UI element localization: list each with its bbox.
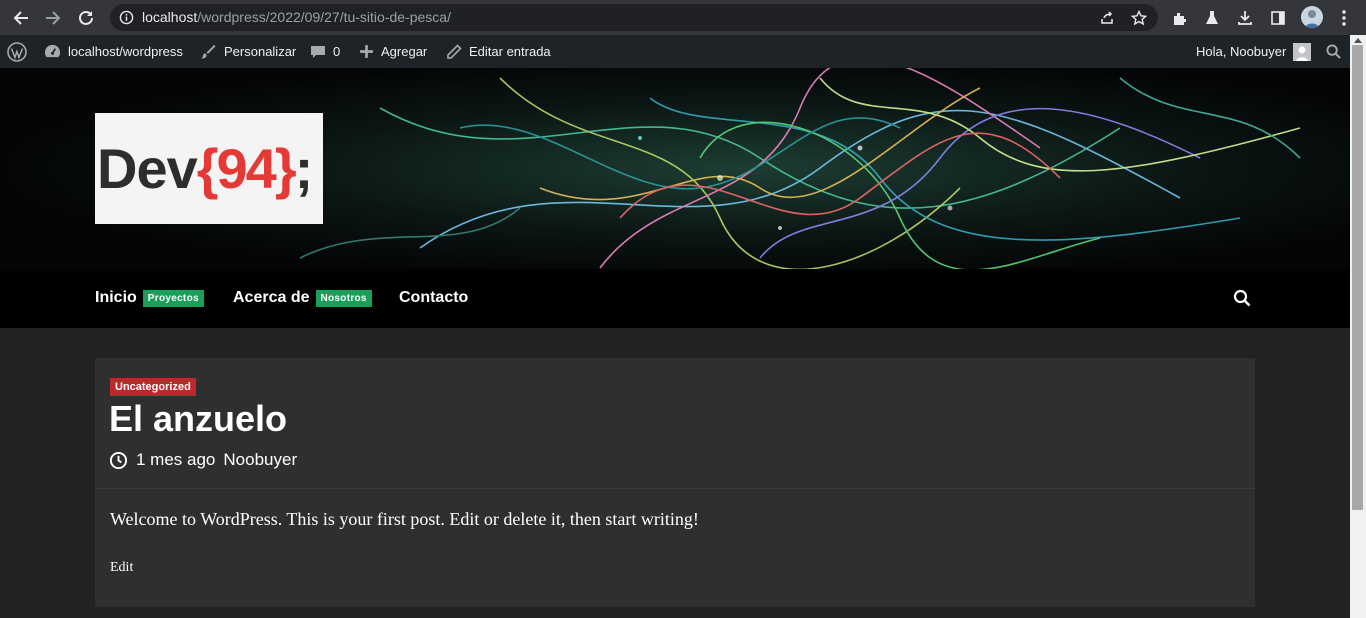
- info-icon[interactable]: [119, 10, 134, 25]
- menu-badge: Proyectos: [142, 289, 204, 307]
- profile-avatar[interactable]: [1301, 6, 1323, 28]
- menu-item-label: Acerca de: [233, 289, 310, 306]
- primary-menu: Inicio Proyectos Acerca de Nosotros Cont…: [0, 269, 1350, 328]
- reload-icon: [79, 10, 93, 25]
- my-account-menu[interactable]: Hola, Noobuyer: [1196, 35, 1312, 68]
- wordpress-logo-menu[interactable]: [7, 35, 27, 68]
- paintbrush-icon: [200, 44, 216, 59]
- edit-post-menu[interactable]: Editar entrada: [446, 35, 551, 68]
- avatar: [1293, 42, 1312, 61]
- divider: [95, 488, 1255, 489]
- site-name-menu[interactable]: localhost/wordpress: [44, 35, 183, 68]
- dashboard-gauge-icon: [44, 44, 61, 58]
- site-header: Dev {94};: [0, 68, 1350, 269]
- side-panel-icon[interactable]: [1268, 8, 1288, 28]
- post-body: Welcome to WordPress. This is your first…: [110, 509, 699, 529]
- menu-item-label: Contacto: [399, 289, 469, 306]
- menu-item-label: Inicio: [95, 289, 137, 306]
- edit-post-label: Editar entrada: [469, 44, 551, 59]
- logo-text-number: {94}: [196, 137, 297, 200]
- menu-item-acerca-de[interactable]: Acerca de Nosotros: [233, 289, 372, 307]
- post-meta: 1 mes ago Noobuyer: [109, 450, 297, 470]
- wordpress-icon: [7, 41, 27, 62]
- post-title: El anzuelo: [109, 398, 288, 439]
- customize-label: Personalizar: [224, 44, 297, 59]
- comments-menu[interactable]: 0: [310, 35, 340, 68]
- customize-menu[interactable]: Personalizar: [200, 35, 296, 68]
- forward-button[interactable]: [41, 6, 65, 30]
- greeting-label: Hola, Noobuyer: [1196, 44, 1287, 59]
- search-icon: [1326, 44, 1341, 59]
- url-text[interactable]: localhost/wordpress/2022/09/27/tu-sitio-…: [142, 9, 451, 25]
- download-icon[interactable]: [1235, 8, 1255, 28]
- logo-text-semicolon: ;: [294, 137, 314, 200]
- kebab-menu-icon[interactable]: [1334, 8, 1354, 28]
- menu-badge: Nosotros: [315, 289, 372, 307]
- page-scrollbar[interactable]: [1350, 35, 1366, 618]
- site-name-label: localhost/wordpress: [68, 44, 183, 59]
- arrow-right-icon: [46, 11, 61, 25]
- add-new-label: Agregar: [381, 44, 428, 59]
- user-silhouette-icon: [1296, 46, 1309, 61]
- extensions-icon[interactable]: [1170, 8, 1190, 28]
- scroll-up-arrow-icon[interactable]: [1354, 38, 1362, 43]
- share-icon[interactable]: [1099, 10, 1115, 26]
- new-content-menu[interactable]: Agregar: [359, 35, 427, 68]
- edit-post-link[interactable]: Edit: [110, 560, 133, 576]
- clock-icon: [109, 451, 128, 469]
- category-badge[interactable]: Uncategorized: [110, 378, 196, 396]
- site-search-button[interactable]: [1233, 289, 1251, 312]
- back-button[interactable]: [9, 6, 33, 30]
- comment-bubble-icon: [311, 45, 325, 58]
- labs-flask-icon[interactable]: [1202, 8, 1222, 28]
- post-card: Uncategorized El anzuelo 1 mes ago Noobu…: [95, 358, 1255, 607]
- arrow-left-icon: [13, 11, 28, 25]
- bookmark-star-icon[interactable]: [1131, 10, 1147, 26]
- comments-count: 0: [333, 44, 341, 59]
- post-date[interactable]: 1 mes ago: [136, 450, 215, 470]
- scrollbar-thumb[interactable]: [1352, 45, 1363, 510]
- menu-item-inicio[interactable]: Inicio Proyectos: [95, 289, 204, 307]
- menu-item-contacto[interactable]: Contacto: [399, 289, 468, 307]
- admin-search-button[interactable]: [1326, 35, 1341, 68]
- logo-text-dev: Dev: [97, 137, 198, 200]
- site-logo[interactable]: Dev {94};: [95, 113, 323, 224]
- wp-admin-bar: localhost/wordpress Personalizar 0 Agreg…: [0, 35, 1350, 68]
- plus-icon: [360, 45, 373, 58]
- browser-toolbar: localhost/wordpress/2022/09/27/tu-sitio-…: [0, 0, 1366, 35]
- address-bar[interactable]: localhost/wordpress/2022/09/27/tu-sitio-…: [110, 4, 1158, 31]
- main-content: Uncategorized El anzuelo 1 mes ago Noobu…: [0, 328, 1350, 618]
- reload-button[interactable]: [74, 6, 98, 30]
- search-icon: [1233, 289, 1251, 307]
- post-author[interactable]: Noobuyer: [223, 450, 297, 470]
- pencil-icon: [447, 43, 462, 59]
